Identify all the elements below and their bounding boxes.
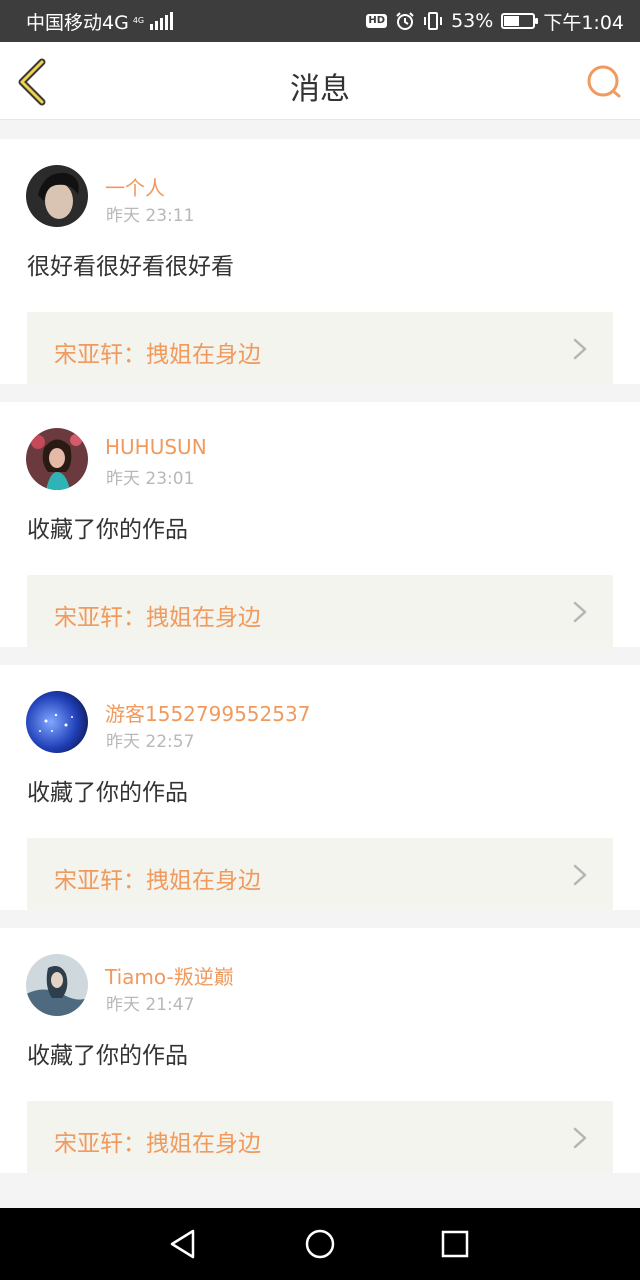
- message-time: 昨天 21:47: [106, 995, 195, 1015]
- battery-icon: [501, 13, 539, 29]
- navigation-bar: [0, 1208, 640, 1280]
- status-right: HD 53% 下午1:04: [366, 8, 624, 35]
- message-feed: 一个人 昨天 23:11 很好看很好看很好看 宋亚轩：拽姐在身边 HUHUSUN…: [0, 139, 640, 1191]
- avatar[interactable]: [26, 428, 88, 490]
- status-bar: 中国移动4G 4G HD 53% 下午1:04: [0, 0, 640, 42]
- search-icon: [587, 65, 621, 98]
- user-name[interactable]: 游客1552799552537: [105, 698, 310, 727]
- header: 消息: [0, 42, 640, 120]
- chevron-right-icon: [573, 1127, 587, 1149]
- message-card: Tiamo-叛逆巅 昨天 21:47 收藏了你的作品 宋亚轩：拽姐在身边: [0, 928, 640, 1173]
- avatar-image: [26, 165, 88, 227]
- user-name[interactable]: 一个人: [105, 172, 165, 201]
- network-badge: 4G: [132, 16, 145, 25]
- hd-icon: HD: [366, 14, 388, 28]
- message-card: 一个人 昨天 23:11 很好看很好看很好看 宋亚轩：拽姐在身边: [0, 139, 640, 384]
- message-time: 昨天 23:01: [106, 469, 195, 489]
- message-card: HUHUSUN 昨天 23:01 收藏了你的作品 宋亚轩：拽姐在身边: [0, 402, 640, 647]
- nav-back-button[interactable]: [165, 1226, 201, 1262]
- work-title: 宋亚轩：拽姐在身边: [54, 868, 261, 894]
- work-link[interactable]: 宋亚轩：拽姐在身边: [27, 838, 613, 910]
- work-link[interactable]: 宋亚轩：拽姐在身边: [27, 1101, 613, 1173]
- work-title: 宋亚轩：拽姐在身边: [54, 1131, 261, 1157]
- message-text: 收藏了你的作品: [27, 1043, 188, 1069]
- square-recent-icon: [441, 1230, 469, 1258]
- avatar-image: [26, 691, 88, 753]
- alarm-icon: [396, 12, 414, 30]
- avatar[interactable]: [26, 954, 88, 1016]
- message-card: 游客1552799552537 昨天 22:57 收藏了你的作品 宋亚轩：拽姐在…: [0, 665, 640, 910]
- avatar[interactable]: [26, 691, 88, 753]
- triangle-back-icon: [170, 1229, 195, 1259]
- user-name[interactable]: HUHUSUN: [105, 435, 207, 459]
- message-text: 收藏了你的作品: [27, 780, 188, 806]
- avatar-image: [26, 428, 88, 490]
- message-text: 收藏了你的作品: [27, 517, 188, 543]
- circle-home-icon: [305, 1229, 335, 1259]
- message-time: 昨天 22:57: [106, 732, 195, 752]
- nav-home-button[interactable]: [302, 1226, 338, 1262]
- clock: 下午1:04: [543, 11, 624, 34]
- battery-percent: 53%: [451, 10, 494, 32]
- vibrate-icon: [424, 12, 443, 30]
- status-left: 中国移动4G 4G: [26, 8, 174, 35]
- user-name[interactable]: Tiamo-叛逆巅: [105, 961, 234, 990]
- chevron-right-icon: [573, 338, 587, 360]
- carrier-label: 中国移动4G: [26, 11, 129, 34]
- chevron-right-icon: [573, 601, 587, 623]
- message-text: 很好看很好看很好看: [27, 254, 234, 280]
- work-link[interactable]: 宋亚轩：拽姐在身边: [27, 312, 613, 384]
- chevron-right-icon: [573, 864, 587, 886]
- battery-fill: [504, 16, 520, 26]
- avatar-image: [26, 954, 88, 1016]
- avatar[interactable]: [26, 165, 88, 227]
- page-title: 消息: [290, 72, 350, 107]
- message-time: 昨天 23:11: [106, 206, 195, 226]
- work-title: 宋亚轩：拽姐在身边: [54, 605, 261, 631]
- search-button[interactable]: [584, 62, 624, 102]
- nav-recent-button[interactable]: [437, 1226, 473, 1262]
- work-title: 宋亚轩：拽姐在身边: [54, 342, 261, 368]
- work-link[interactable]: 宋亚轩：拽姐在身边: [27, 575, 613, 647]
- signal-icon: [150, 12, 174, 30]
